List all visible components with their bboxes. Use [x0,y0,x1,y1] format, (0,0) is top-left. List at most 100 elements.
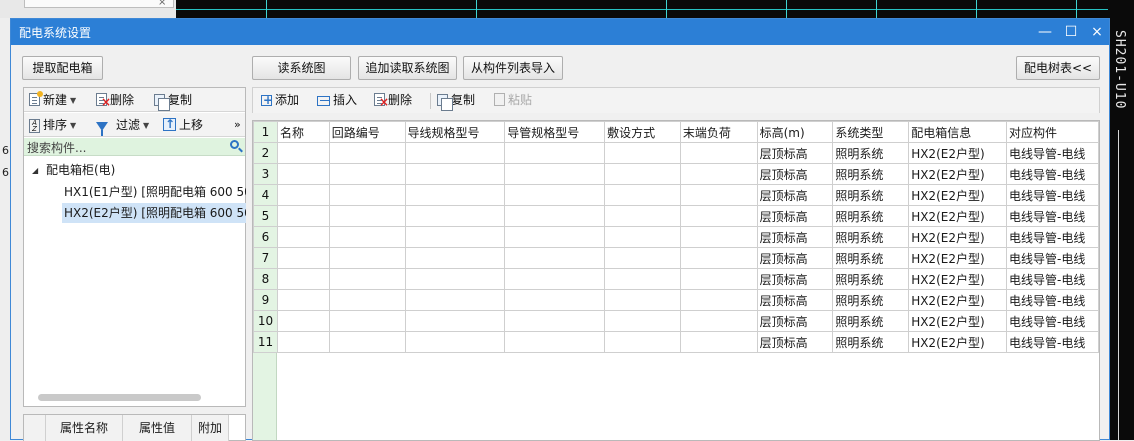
row-number[interactable]: 11 [253,331,278,353]
cell-system-type[interactable]: 照明系统 [832,310,910,332]
cell-end-load[interactable] [679,184,758,206]
cell-end-load[interactable] [679,163,758,185]
cell-wire-spec[interactable] [404,205,506,227]
toolbar-overflow-icon[interactable]: » [234,117,241,133]
cell-name[interactable] [276,163,330,185]
row-number[interactable]: 2 [253,142,278,164]
cell-name[interactable] [276,268,330,290]
cell-circuit-no[interactable] [328,247,406,269]
cell-end-load[interactable] [679,289,758,311]
close-button[interactable]: × [1087,22,1107,42]
cell-laying-method[interactable] [604,331,681,353]
cell-circuit-no[interactable] [328,289,406,311]
table-row[interactable]: 2 层顶标高 照明系统 HX2(E2户型) 电线导管-电线 [253,142,1099,164]
cell-name[interactable] [276,184,330,206]
cell-laying-method[interactable] [604,184,681,206]
tree-item-hx1[interactable]: HX1(E1户型) [照明配电箱 600 50 [64,182,246,202]
row-number[interactable]: 5 [253,205,278,227]
cell-laying-method[interactable] [604,205,681,227]
row-number[interactable]: 9 [253,289,278,311]
cell-circuit-no[interactable] [328,205,406,227]
dialog-title-bar[interactable]: 配电系统设置 — ☐ × [11,19,1109,45]
row-number[interactable]: 4 [253,184,278,206]
cell-circuit-no[interactable] [328,184,406,206]
cell-box-info[interactable]: HX2(E2户型) [908,163,1007,185]
row-number[interactable]: 10 [253,310,278,332]
cell-wire-spec[interactable] [404,310,506,332]
cell-component[interactable]: 电线导管-电线 [1006,310,1099,332]
cell-system-type[interactable]: 照明系统 [832,163,910,185]
cell-laying-method[interactable] [604,289,681,311]
cell-component[interactable]: 电线导管-电线 [1006,289,1099,311]
tree-item-hx2-selected[interactable]: HX2(E2户型) [照明配电箱 600 50 [62,203,246,223]
cell-name[interactable] [276,142,330,164]
table-row[interactable]: 6 层顶标高 照明系统 HX2(E2户型) 电线导管-电线 [253,226,1099,248]
horizontal-scrollbar[interactable] [38,394,201,401]
cell-component[interactable]: 电线导管-电线 [1006,268,1099,290]
table-row[interactable]: 9 层顶标高 照明系统 HX2(E2户型) 电线导管-电线 [253,289,1099,311]
filter-button[interactable]: 过滤 ▼ [96,117,149,136]
cell-box-info[interactable]: HX2(E2户型) [908,247,1007,269]
search-icon[interactable] [230,140,239,149]
cell-wire-spec[interactable] [404,268,506,290]
cell-box-info[interactable]: HX2(E2户型) [908,331,1007,353]
cell-circuit-no[interactable] [328,142,406,164]
cell-circuit-no[interactable] [328,310,406,332]
background-tab-close-icon[interactable]: × [158,0,166,8]
cell-elevation[interactable]: 层顶标高 [756,184,834,206]
table-row[interactable]: 3 层顶标高 照明系统 HX2(E2户型) 电线导管-电线 [253,163,1099,185]
cell-box-info[interactable]: HX2(E2户型) [908,289,1007,311]
append-read-diagram-button[interactable]: 追加读取系统图 [358,56,457,80]
delete-button[interactable]: 删除 [96,92,134,110]
copy-row-button[interactable]: 复制 [437,92,475,111]
column-header-elevation[interactable]: 标高(m) [756,121,834,143]
cell-circuit-no[interactable] [328,268,406,290]
new-button[interactable]: 新建 ▼ [29,91,76,108]
column-header-component[interactable]: 对应构件 [1006,121,1099,143]
cell-elevation[interactable]: 层顶标高 [756,247,834,269]
cell-name[interactable] [276,226,330,248]
cell-end-load[interactable] [679,247,758,269]
cell-end-load[interactable] [679,226,758,248]
tree-root-node[interactable]: 配电箱柜(电) [46,160,115,180]
cell-elevation[interactable]: 层顶标高 [756,142,834,164]
copy-button[interactable]: 复制 [154,92,192,111]
column-header-system-type[interactable]: 系统类型 [832,121,910,143]
cell-box-info[interactable]: HX2(E2户型) [908,226,1007,248]
cell-end-load[interactable] [679,331,758,353]
cell-conduit-spec[interactable] [504,331,606,353]
extract-distribution-box-button[interactable]: 提取配电箱 [22,56,103,80]
paste-row-button[interactable]: 粘贴 [494,92,532,108]
maximize-button[interactable]: ☐ [1061,22,1081,42]
cell-laying-method[interactable] [604,226,681,248]
cell-conduit-spec[interactable] [504,289,606,311]
row-number[interactable]: 6 [253,226,278,248]
cell-conduit-spec[interactable] [504,247,606,269]
row-number[interactable]: 8 [253,268,278,290]
cell-wire-spec[interactable] [404,289,506,311]
table-row[interactable]: 11 层顶标高 照明系统 HX2(E2户型) 电线导管-电线 [253,331,1099,353]
cell-elevation[interactable]: 层顶标高 [756,205,834,227]
add-row-button[interactable]: 添加 [261,92,299,108]
cell-laying-method[interactable] [604,163,681,185]
cell-laying-method[interactable] [604,247,681,269]
cell-name[interactable] [276,331,330,353]
table-row[interactable]: 7 层顶标高 照明系统 HX2(E2户型) 电线导管-电线 [253,247,1099,269]
cell-conduit-spec[interactable] [504,310,606,332]
cell-elevation[interactable]: 层顶标高 [756,268,834,290]
cell-wire-spec[interactable] [404,163,506,185]
cell-elevation[interactable]: 层顶标高 [756,331,834,353]
column-header-name[interactable]: 名称 [276,121,330,143]
cell-end-load[interactable] [679,205,758,227]
table-row[interactable]: 8 层顶标高 照明系统 HX2(E2户型) 电线导管-电线 [253,268,1099,290]
import-from-component-list-button[interactable]: 从构件列表导入 [463,56,563,80]
cell-name[interactable] [276,289,330,311]
cell-circuit-no[interactable] [328,163,406,185]
read-system-diagram-button[interactable]: 读系统图 [252,56,351,80]
column-header-conduit-spec[interactable]: 导管规格型号 [504,121,606,143]
cell-component[interactable]: 电线导管-电线 [1006,331,1099,353]
sort-button[interactable]: A Z 排序 ▼ [29,117,76,133]
column-header-laying-method[interactable]: 敷设方式 [604,121,681,143]
cell-component[interactable]: 电线导管-电线 [1006,226,1099,248]
cell-system-type[interactable]: 照明系统 [832,142,910,164]
